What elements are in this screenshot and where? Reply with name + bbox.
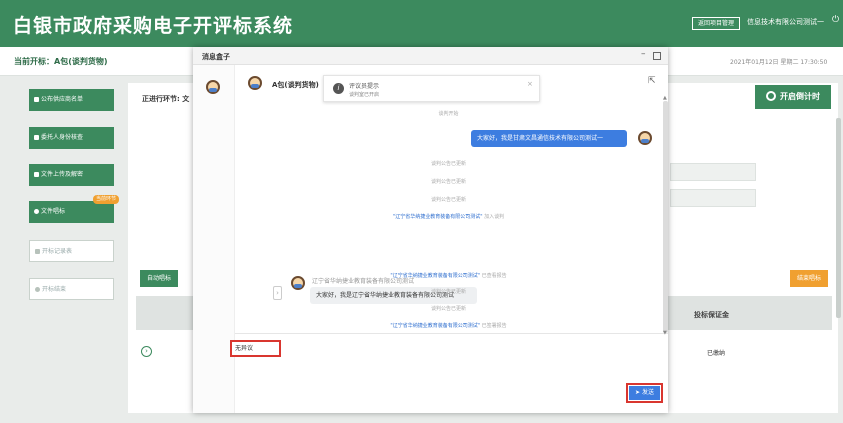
notice-action: 加入谈判 [484, 214, 505, 220]
scroll-down-icon[interactable]: ▼ [663, 330, 667, 336]
sidebar-item-upload-decrypt[interactable]: 文件上传及解密 [29, 164, 114, 186]
page-scrollbar[interactable] [836, 118, 841, 318]
system-message: 谈判公告已更新 [430, 161, 466, 167]
dialog-header: 消息盒子 – [193, 47, 668, 65]
app-header: 白银市政府采购电子开评标系统 返回项目管理 信息技术有限公司测试一 ⏻ [0, 0, 843, 47]
system-message: 谈判公告已更新 [430, 197, 466, 203]
datetime-display: 2021年01月12日 星期二 17:30:50 [730, 59, 828, 66]
send-icon: ➤ [635, 389, 642, 396]
circle-icon [34, 209, 39, 214]
sidebar-item-publish-suppliers[interactable]: 公布供应商名单 [29, 89, 114, 111]
company-link[interactable]: "辽宁省华纳捷业教育装备有限公司测试" [390, 323, 480, 329]
sidebar-item-label: 公布供应商名单 [41, 96, 84, 103]
id-card-icon [34, 135, 39, 140]
app-title: 白银市政府采购电子开评标系统 [13, 15, 294, 37]
start-countdown-button[interactable]: 开启倒计时 [755, 85, 831, 109]
company-link[interactable]: "辽宁省华纳捷业教育装备有限公司测试" [390, 273, 480, 279]
notification-toast: i 评议员提示 谈判室已开启 × [323, 75, 540, 102]
maximize-icon[interactable] [653, 52, 661, 60]
sidebar-item-opening-end[interactable]: 开标结束 [29, 278, 114, 300]
sidebar-item-opening-record[interactable]: 开标记录表 [29, 240, 114, 262]
start-countdown-label: 开启倒计时 [780, 92, 820, 101]
clock-icon [766, 91, 776, 101]
sidebar-item-bid-reading[interactable]: 文件唱标 当前环节 [29, 195, 119, 223]
info-icon: i [333, 83, 344, 94]
notice-action: 已签署报告 [481, 323, 507, 329]
my-message-bubble: 大家好，我是甘肃文昌通信技术有限公司测试一 [471, 130, 627, 147]
current-bid-label: 当前开标：A包(谈判货物) [14, 57, 108, 66]
column-header-deposit: 投标保证金 [694, 311, 729, 319]
message-input-area[interactable] [235, 333, 668, 413]
list-icon [34, 97, 39, 102]
info-field [670, 189, 756, 207]
stop-icon [35, 287, 40, 292]
info-field [670, 163, 756, 181]
ack-notice: "辽宁省华纳捷业教育装备有限公司测试" 已签署报告 [235, 322, 662, 329]
ack-notice: "辽宁省华纳捷业教育装备有限公司测试" 已查看报告 [235, 272, 662, 279]
document-icon [35, 249, 40, 254]
system-message: 谈判公告已更新 [430, 289, 466, 295]
return-project-button[interactable]: 返回项目管理 [692, 17, 740, 30]
chat-avatar [248, 76, 262, 90]
message-box-dialog: 消息盒子 – A包(谈判货物) ⇱ i 评议员提示 谈判室已开启 × 谈判开始 … [193, 47, 668, 413]
system-message: 谈判公告已更新 [430, 179, 466, 185]
message-input[interactable]: 无异议 [230, 340, 281, 357]
toast-message: 谈判室已开启 [349, 92, 380, 98]
sidebar-item-identity-check[interactable]: 委托人身份核查 [29, 127, 114, 149]
current-stage-label: 正进行环节: 文 [142, 95, 190, 103]
sidebar-item-label: 文件上传及解密 [41, 171, 84, 178]
notice-action: 已查看报告 [481, 273, 507, 279]
sidebar-item-label: 开标结束 [42, 286, 67, 293]
send-button[interactable]: ➤ 发送 [626, 383, 663, 403]
send-label: 发送 [641, 389, 654, 396]
folder-icon [34, 172, 39, 177]
sidebar-item-label: 文件唱标 [41, 208, 66, 215]
chat-scrollbar[interactable] [663, 101, 668, 333]
sidebar-item-label: 委托人身份核查 [41, 134, 84, 141]
share-icon[interactable]: ⇱ [648, 76, 656, 86]
end-reading-button[interactable]: 结束唱标 [790, 270, 828, 287]
join-notice: "辽宁省华纳捷业教育装备有限公司测试" 加入谈判 [235, 213, 662, 220]
company-name[interactable]: 信息技术有限公司测试一 [747, 17, 824, 27]
toast-title: 评议员提示 [349, 83, 380, 90]
power-icon[interactable]: ⏻ [832, 15, 839, 25]
chat-title: A包(谈判货物) [272, 81, 319, 89]
contact-avatar[interactable] [206, 80, 220, 94]
auto-read-button[interactable]: 自动唱标 [140, 270, 178, 287]
current-stage-badge: 当前环节 [92, 195, 119, 204]
deposit-status: 已缴纳 [707, 350, 726, 357]
close-icon[interactable]: × [527, 80, 533, 88]
chat-messages: 谈判开始 大家好，我是甘肃文昌通信技术有限公司测试一 谈判公告已更新 谈判公告已… [235, 103, 662, 333]
dialog-title: 消息盒子 [202, 53, 230, 61]
contact-list [193, 65, 235, 413]
expand-row-icon[interactable]: › [141, 346, 152, 357]
my-avatar [638, 131, 652, 145]
system-message: 谈判公告已更新 [430, 306, 466, 312]
system-message: 谈判开始 [438, 111, 459, 117]
sidebar-item-label: 开标记录表 [42, 248, 73, 255]
minimize-icon[interactable]: – [641, 49, 646, 59]
company-link[interactable]: "辽宁省华纳捷业教育装备有限公司测试" [393, 214, 483, 220]
